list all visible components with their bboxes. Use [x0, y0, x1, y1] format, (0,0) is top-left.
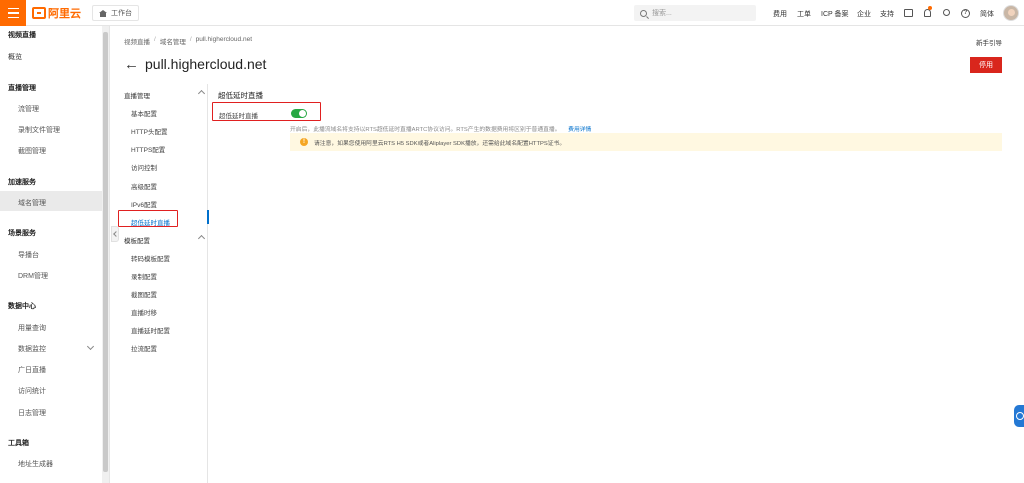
- notice-banner: ! 请注意，如果您使用阿里云RTS H5 SDK或者Aliplayer SDK播…: [290, 133, 1002, 151]
- chevron-up-icon[interactable]: [197, 234, 206, 243]
- highlight-box-toggle: [212, 102, 321, 121]
- sidebar-item-monitoring[interactable]: 数据监控: [18, 344, 46, 354]
- subnav-group-templates[interactable]: 模板配置: [124, 235, 150, 245]
- search-placeholder: 搜索...: [652, 10, 672, 17]
- breadcrumb-live[interactable]: 视频直播: [124, 36, 150, 46]
- sidebar-group-live[interactable]: 视频直播: [8, 30, 36, 40]
- notice-text: 请注意，如果您使用阿里云RTS H5 SDK或者Aliplayer SDK播放，…: [314, 140, 566, 147]
- breadcrumb-current: pull.highercloud.net: [195, 36, 252, 43]
- subnav-item-timeshift[interactable]: 直播时移: [131, 307, 157, 317]
- topnav-enterprise[interactable]: 企业: [857, 9, 871, 19]
- topnav-fees[interactable]: 费用: [773, 9, 787, 19]
- subnav-group-live[interactable]: 直播管理: [124, 90, 150, 100]
- home-icon: [99, 9, 107, 17]
- sidebar-group-scenarios[interactable]: 场景服务: [8, 228, 36, 238]
- subnav-item-advanced[interactable]: 高级配置: [131, 181, 157, 191]
- help-icon[interactable]: ?: [961, 9, 970, 18]
- sidebar-item-broadcast[interactable]: 广日直播: [18, 365, 46, 375]
- sidebar-item-logs[interactable]: 日志管理: [18, 408, 46, 418]
- sidebar-item-streams[interactable]: 流管理: [18, 104, 39, 114]
- warning-icon: !: [300, 138, 308, 146]
- workbench-button[interactable]: 工作台: [92, 5, 139, 21]
- bulb-icon[interactable]: [943, 9, 950, 16]
- subnav-active-indicator: [207, 210, 209, 224]
- breadcrumb: 视频直播 / 域名管理 / pull.highercloud.net: [124, 36, 252, 46]
- notification-dot: [928, 6, 932, 10]
- chevron-up-icon[interactable]: [197, 89, 206, 98]
- stop-button[interactable]: 停用: [970, 57, 1002, 73]
- back-arrow-icon[interactable]: ←: [124, 57, 139, 72]
- sidebar-group-acceleration[interactable]: 加速服务: [8, 177, 36, 187]
- page-title: pull.highercloud.net: [145, 56, 267, 72]
- aliyun-logo[interactable]: 阿里云: [32, 6, 81, 20]
- highlight-box-subnav: [118, 210, 178, 227]
- sidebar-item-url-generator[interactable]: 地址生成器: [18, 459, 53, 469]
- search-icon: [640, 9, 647, 17]
- sidebar-item-director[interactable]: 导播台: [18, 250, 39, 260]
- sidebar-group-data-center[interactable]: 数据中心: [8, 301, 36, 311]
- sidebar-item-usage[interactable]: 用量查询: [18, 323, 46, 333]
- bell-icon[interactable]: [924, 9, 931, 17]
- sidebar-item-overview[interactable]: 概览: [8, 52, 22, 62]
- top-bar: 阿里云 工作台 搜索... 费用 工单 ICP 备案 企业 支持 简体 ?: [0, 0, 1024, 26]
- subnav-item-transcode[interactable]: 转码模板配置: [131, 253, 170, 263]
- chevron-down-icon[interactable]: [86, 342, 95, 351]
- beginner-guide-link[interactable]: 新手引导: [976, 37, 1002, 47]
- sidebar-item-access-stats[interactable]: 访问统计: [18, 386, 46, 396]
- sidebar-scrollbar[interactable]: [102, 26, 109, 483]
- language-switch[interactable]: 简体: [980, 9, 994, 19]
- breadcrumb-domains[interactable]: 域名管理: [160, 36, 186, 46]
- sidebar-group-live-management[interactable]: 直播管理: [8, 83, 36, 93]
- topnav-icp[interactable]: ICP 备案: [821, 9, 849, 19]
- message-icon[interactable]: [904, 9, 913, 17]
- page-header: ← pull.highercloud.net: [124, 56, 266, 72]
- sidebar-item-recordings[interactable]: 录制文件管理: [18, 125, 60, 135]
- avatar[interactable]: [1003, 5, 1019, 21]
- subnav-item-record[interactable]: 录制配置: [131, 271, 157, 281]
- sidebar-group-toolbox[interactable]: 工具箱: [8, 438, 29, 448]
- sidebar-item-snapshots[interactable]: 截图管理: [18, 146, 46, 156]
- sidebar: 视频直播 概览 直播管理 流管理 录制文件管理 截图管理 加速服务 域名管理 场…: [0, 26, 110, 483]
- sidebar-item-domains[interactable]: 域名管理: [18, 198, 46, 208]
- workbench-label: 工作台: [111, 10, 132, 17]
- topnav-support[interactable]: 支持: [880, 9, 894, 19]
- topnav-tickets[interactable]: 工单: [797, 9, 811, 19]
- subnav-item-access-control[interactable]: 访问控制: [131, 162, 157, 172]
- config-subnav: 直播管理 基本配置 HTTP头配置 HTTPS配置 访问控制 高级配置 IPv6…: [112, 84, 209, 483]
- menu-icon[interactable]: [0, 0, 26, 26]
- setting-description: 开启后，此播流域名将支持以RTS超低延时直播ARTC协议访问。RTS产生的数据费…: [290, 124, 591, 133]
- subnav-item-delay[interactable]: 直播延时配置: [131, 325, 170, 335]
- subnav-item-snapshot[interactable]: 截图配置: [131, 289, 157, 299]
- subnav-item-https[interactable]: HTTPS配置: [131, 144, 165, 154]
- subnav-item-pull[interactable]: 拉流配置: [131, 343, 157, 353]
- subnav-item-http-header[interactable]: HTTP头配置: [131, 126, 167, 136]
- aliyun-logo-icon: [32, 7, 46, 19]
- sidebar-active-highlight: [0, 191, 103, 211]
- floating-help-button[interactable]: [1014, 405, 1024, 427]
- subnav-item-ipv6[interactable]: IPv6配置: [131, 199, 157, 209]
- subnav-item-basic[interactable]: 基本配置: [131, 108, 157, 118]
- section-title: 超低延时直播: [218, 91, 263, 100]
- sidebar-item-drm[interactable]: DRM管理: [18, 271, 48, 281]
- search-input[interactable]: 搜索...: [634, 5, 756, 21]
- logo-text: 阿里云: [48, 8, 81, 20]
